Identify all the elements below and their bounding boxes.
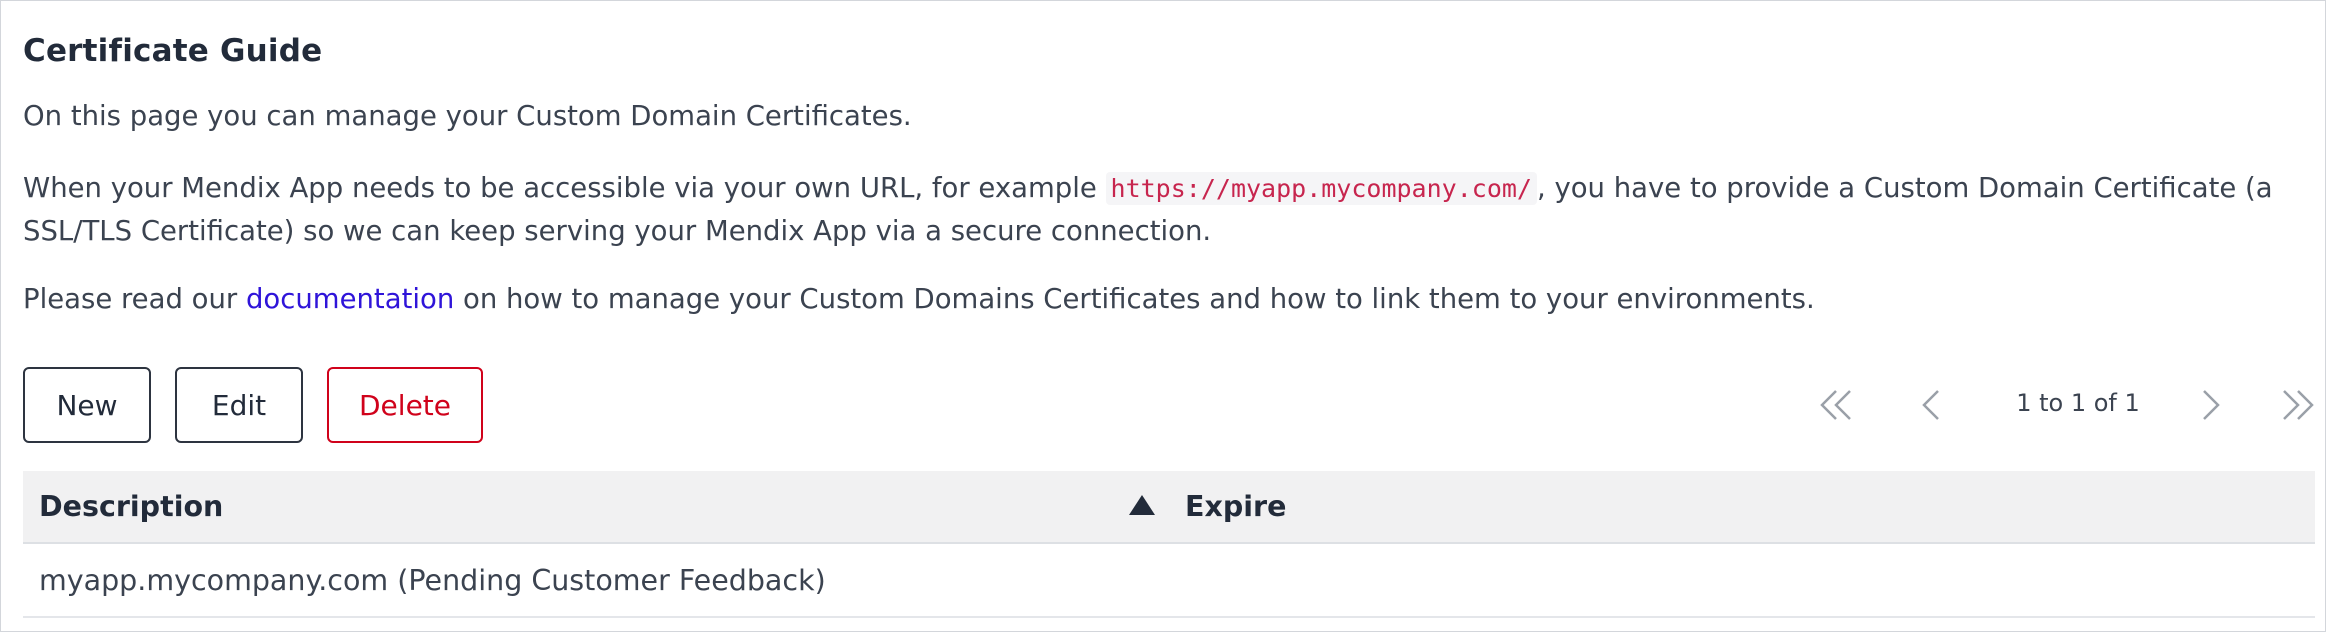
next-page-icon[interactable] <box>2189 387 2229 423</box>
doc-text-before: Please read our <box>23 283 246 315</box>
column-header-label: Expire <box>1185 490 1287 523</box>
previous-page-icon[interactable] <box>1913 387 1953 423</box>
sort-ascending-icon[interactable] <box>1129 495 1155 515</box>
doc-text-after: on how to manage your Custom Domains Cer… <box>454 283 1815 315</box>
column-header-label: Description <box>39 490 224 523</box>
url-text-before: When your Mendix App needs to be accessi… <box>23 172 1106 204</box>
column-header-description[interactable]: Description <box>23 471 1169 544</box>
documentation-paragraph: Please read our documentation on how to … <box>23 278 1815 320</box>
table-header-row: Description Expire <box>23 471 2315 544</box>
table-row[interactable]: myapp.mycompany.com (Pending Customer Fe… <box>23 543 2315 617</box>
last-page-icon[interactable] <box>2277 387 2317 423</box>
edit-button[interactable]: Edit <box>175 367 303 443</box>
certificate-panel: Certificate Guide On this page you can m… <box>0 0 2326 632</box>
page-title: Certificate Guide <box>23 33 323 69</box>
intro-paragraph: On this page you can manage your Custom … <box>23 95 912 137</box>
first-page-icon[interactable] <box>1817 387 1857 423</box>
cell-expire <box>1169 543 2315 617</box>
example-url-code: https://myapp.mycompany.com/ <box>1105 172 1537 205</box>
column-header-expire[interactable]: Expire <box>1169 471 2315 544</box>
cell-description: myapp.mycompany.com (Pending Customer Fe… <box>39 563 826 597</box>
intro-text: On this page you can manage your Custom … <box>23 100 912 132</box>
pagination: 1 to 1 of 1 <box>1803 367 2315 443</box>
documentation-link[interactable]: documentation <box>246 283 454 315</box>
certificates-table: Description Expire myapp.mycompany.com (… <box>23 471 2315 618</box>
pagination-status: 1 to 1 of 1 <box>2016 389 2140 417</box>
new-button[interactable]: New <box>23 367 151 443</box>
url-paragraph: When your Mendix App needs to be accessi… <box>23 167 2315 252</box>
delete-button[interactable]: Delete <box>327 367 483 443</box>
